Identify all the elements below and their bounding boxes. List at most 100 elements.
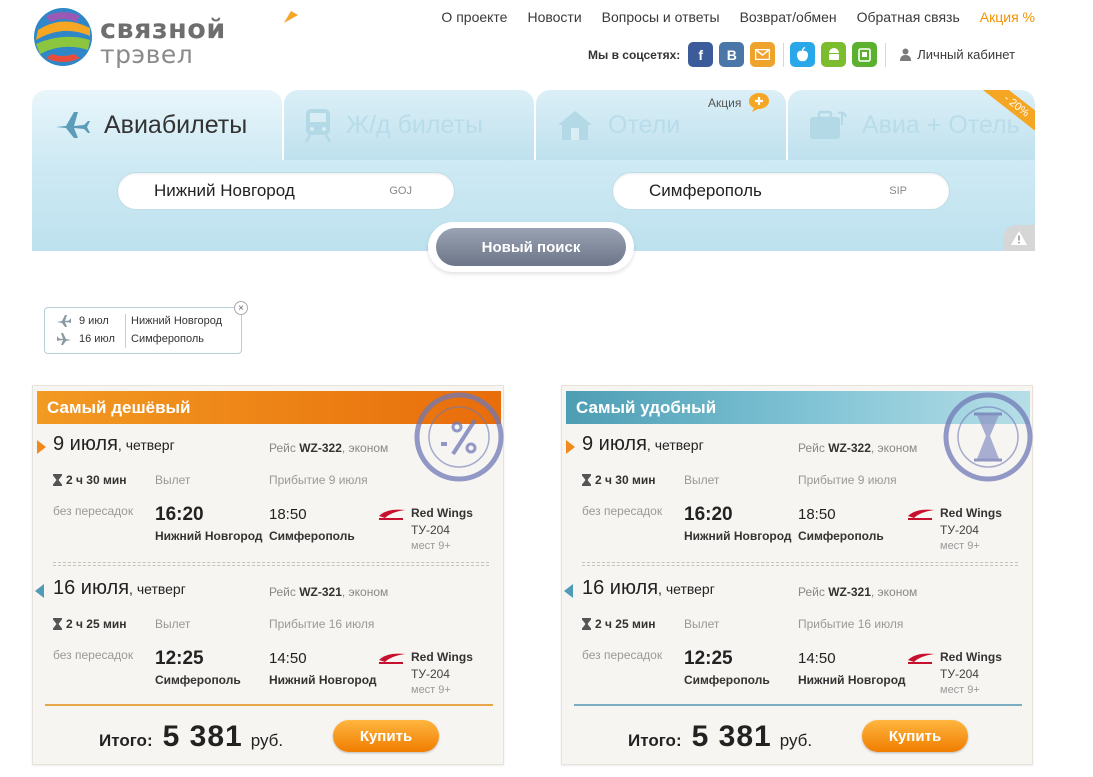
departure-label: Вылет — [155, 617, 191, 631]
buy-button[interactable]: Купить — [862, 720, 968, 752]
arrival-time: 18:50 — [798, 506, 836, 523]
flight-prefix: Рейс — [269, 441, 300, 455]
seats-left: мест 9+ — [940, 540, 980, 552]
new-search-button[interactable]: Новый поиск — [436, 228, 626, 266]
aircraft-type: ТУ-204 — [411, 667, 450, 681]
total-amount: 5 381 — [162, 720, 243, 753]
flight-prefix: Рейс — [798, 585, 829, 599]
nav-promo[interactable]: Акция % — [980, 9, 1035, 25]
red-wings-logo-icon — [379, 509, 405, 520]
top-nav: О проекте Новости Вопросы и ответы Возвр… — [441, 9, 1035, 25]
nav-about[interactable]: О проекте — [441, 9, 507, 25]
itinerary-summary[interactable]: 9 июл Нижний Новгород 16 июл Симферополь… — [44, 301, 248, 354]
personal-account-link[interactable]: Личный кабинет — [900, 47, 1015, 62]
windows-phone-icon[interactable] — [852, 42, 878, 67]
total-label: Итого: — [99, 731, 153, 750]
nav-refund[interactable]: Возврат/обмен — [740, 9, 837, 25]
android-icon[interactable] — [821, 42, 847, 67]
close-glyph: × — [238, 302, 244, 314]
outbound-marker-icon — [566, 440, 575, 454]
tab-trains[interactable]: Ж/д билеты — [284, 90, 534, 160]
total-currency: руб. — [779, 731, 813, 750]
aircraft-type: ТУ-204 — [411, 523, 450, 537]
arrival-city: Нижний Новгород — [269, 673, 377, 687]
buy-button[interactable]: Купить — [333, 720, 439, 752]
total-price: Итого: 5 381 руб. — [99, 720, 283, 754]
arrival-label: Прибытие 9 июля — [269, 473, 368, 487]
airline-name: Red Wings — [411, 506, 473, 520]
departure-city: Симферополь — [155, 673, 241, 687]
facebook-icon[interactable]: f — [688, 42, 714, 67]
promo-plus-icon — [749, 93, 769, 112]
leg-flight: Рейс WZ-322, эконом — [269, 441, 388, 455]
return-plane-icon — [57, 333, 71, 345]
flight-class: , эконом — [870, 585, 918, 599]
flight-number: WZ-322 — [299, 441, 342, 455]
return-marker-icon — [564, 584, 573, 598]
mail-icon[interactable] — [750, 42, 776, 67]
aircraft-type: ТУ-204 — [940, 667, 979, 681]
social-separator-2 — [885, 42, 887, 67]
envelope-icon — [755, 49, 771, 60]
tab-trains-label: Ж/д билеты — [346, 110, 483, 139]
outbound-leg[interactable]: 9 июля, четверг Рейс WZ-322, эконом 2 ч … — [562, 428, 1034, 558]
tab-flights[interactable]: Авиабилеты — [32, 90, 282, 160]
hourglass-icon — [582, 474, 591, 486]
departure-time: 16:20 — [155, 504, 204, 525]
arrival-label: Прибытие 16 июля — [269, 617, 375, 631]
arrival-time: 18:50 — [269, 506, 307, 523]
flight-number: WZ-321 — [299, 585, 342, 599]
return-leg[interactable]: 16 июля, четверг Рейс WZ-321, эконом 2 ч… — [33, 572, 505, 702]
product-tabs: Авиабилеты Ж/д билеты Отели Авиа + Отель… — [32, 90, 1035, 160]
tab-flight-hotel-label: Авиа + Отель — [862, 110, 1020, 139]
leg-date: 9 июля, четверг — [53, 433, 175, 456]
apple-glyph-icon — [797, 47, 809, 62]
stops-label: без пересадок — [582, 504, 663, 518]
origin-city: Нижний Новгород — [154, 181, 295, 200]
total-separator — [574, 704, 1022, 706]
new-search-wrap: Новый поиск — [428, 222, 634, 272]
departure-time: 12:25 — [155, 648, 204, 669]
nav-faq[interactable]: Вопросы и ответы — [602, 9, 720, 25]
return-marker-icon — [35, 584, 44, 598]
return-leg[interactable]: 16 июля, четверг Рейс WZ-321, эконом 2 ч… — [562, 572, 1034, 702]
duration-value: 2 ч 30 мин — [595, 473, 656, 487]
leg-divider — [582, 562, 1018, 566]
flight-number: WZ-321 — [828, 585, 871, 599]
warning-button[interactable] — [1003, 225, 1035, 251]
departure-city: Симферополь — [684, 673, 770, 687]
apple-icon[interactable] — [790, 42, 816, 67]
personal-account-label: Личный кабинет — [917, 47, 1016, 62]
red-wings-logo-icon — [379, 653, 405, 664]
origin-field[interactable]: Нижний Новгород GOJ — [117, 172, 455, 210]
warning-icon — [1011, 231, 1027, 245]
vkontakte-icon[interactable]: B — [719, 42, 745, 67]
close-icon[interactable]: × — [234, 301, 248, 315]
destination-field[interactable]: Симферополь SIP — [612, 172, 950, 210]
leg-duration: 2 ч 25 мин — [53, 617, 127, 631]
vkontakte-glyph: B — [726, 46, 737, 63]
red-wings-logo-icon — [908, 509, 934, 520]
outbound-leg[interactable]: 9 июля, четверг Рейс WZ-322, эконом 2 ч … — [33, 428, 505, 558]
leg-divider — [53, 562, 489, 566]
airplane-icon — [54, 110, 90, 140]
summary-out-date: 9 июл — [79, 315, 109, 327]
total-label: Итого: — [628, 731, 682, 750]
train-icon — [304, 108, 332, 142]
tab-hotels-label: Отели — [608, 110, 681, 139]
departure-time: 16:20 — [684, 504, 733, 525]
offer-card-cheapest: Самый дешёвый 9 июля, четверг Рейс WZ-32… — [32, 385, 504, 765]
nav-feedback[interactable]: Обратная связь — [857, 9, 960, 25]
leg-flight: Рейс WZ-321, эконом — [798, 585, 917, 599]
arrival-time: 14:50 — [798, 650, 836, 667]
summary-from-city: Нижний Новгород — [131, 315, 223, 327]
tab-flight-hotel[interactable]: Авиа + Отель - 20% — [788, 90, 1035, 160]
facebook-glyph: f — [698, 46, 704, 63]
social-separator — [783, 42, 785, 67]
nav-news[interactable]: Новости — [527, 9, 581, 25]
leg-flight: Рейс WZ-321, эконом — [269, 585, 388, 599]
leg-duration: 2 ч 30 мин — [53, 473, 127, 487]
logo[interactable]: связной трэвел — [32, 6, 298, 70]
leg-day: 16 июля — [53, 577, 130, 599]
hourglass-icon — [582, 618, 591, 630]
